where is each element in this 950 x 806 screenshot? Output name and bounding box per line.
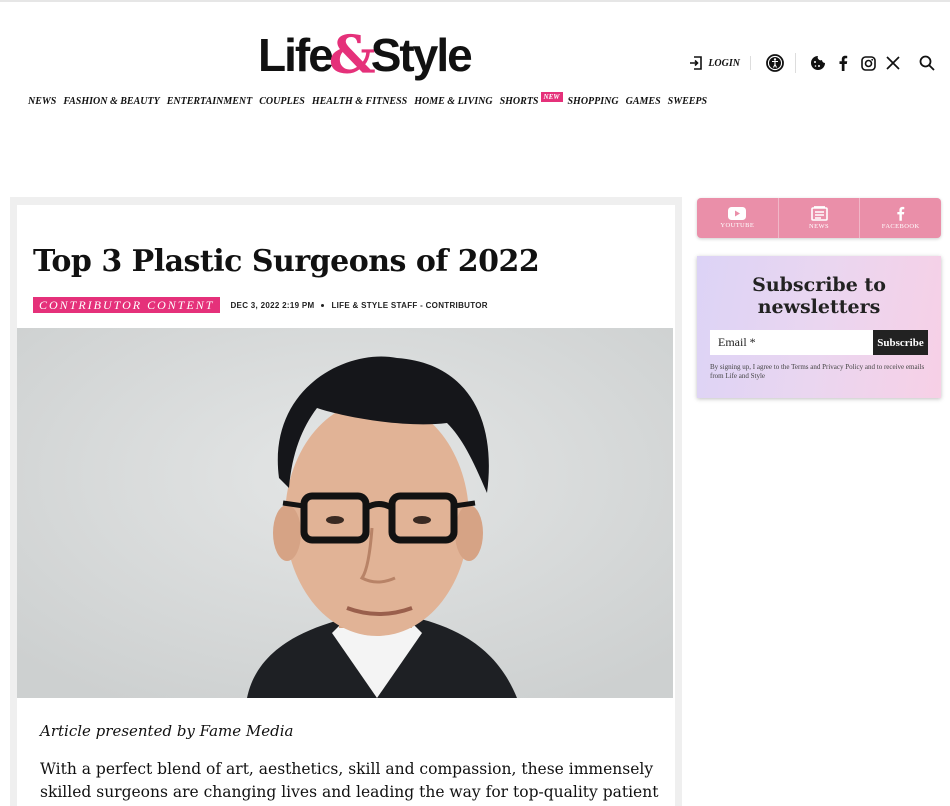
instagram-button[interactable] <box>857 52 879 74</box>
byline: DEC 3, 2022 2:19 PM LIFE & STYLE STAFF -… <box>230 301 487 310</box>
accessibility-button[interactable] <box>764 52 786 74</box>
nav-item-entertainment[interactable]: ENTERTAINMENT <box>167 96 253 107</box>
nav-item-fashion-beauty[interactable]: FASHION & BEAUTY <box>63 96 159 107</box>
accessibility-icon <box>766 54 784 72</box>
cookie-button[interactable] <box>807 52 829 74</box>
news-icon <box>810 206 828 221</box>
youtube-link[interactable]: YOUTUBE <box>697 198 779 238</box>
article-title: Top 3 Plastic Surgeons of 2022 <box>33 244 540 279</box>
nav-item-games[interactable]: GAMES <box>626 96 661 107</box>
x-button[interactable] <box>882 52 904 74</box>
cookie-icon <box>811 56 825 70</box>
nav-item-shorts-label: SHORTS <box>499 96 539 107</box>
social-links-bar: YOUTUBE NEWS FACEBOOK <box>697 198 941 238</box>
youtube-label: YOUTUBE <box>720 222 755 229</box>
header-actions: LOGIN <box>689 52 938 74</box>
email-field[interactable] <box>710 330 873 355</box>
article-author[interactable]: LIFE & STYLE STAFF - CONTRIBUTOR <box>331 301 487 310</box>
byline-separator <box>321 303 325 307</box>
nav-item-sweeps[interactable]: SWEEPS <box>668 96 707 107</box>
subscribe-button[interactable]: Subscribe <box>873 330 928 355</box>
news-label: NEWS <box>809 223 830 230</box>
nav-item-couples[interactable]: COUPLES <box>259 96 305 107</box>
article-hero-image <box>17 328 673 698</box>
new-badge: NEW <box>540 92 563 102</box>
top-divider <box>0 0 950 2</box>
facebook-button[interactable] <box>832 52 854 74</box>
youtube-icon <box>728 207 747 220</box>
newsletter-consent-note: By signing up, I agree to the Terms and … <box>710 363 925 380</box>
contributor-badge[interactable]: CONTRIBUTOR CONTENT <box>33 297 221 313</box>
facebook-icon <box>897 206 905 221</box>
actions-divider <box>795 53 796 73</box>
main-nav: NEWS FASHION & BEAUTY ENTERTAINMENT COUP… <box>28 92 714 107</box>
article-date: DEC 3, 2022 2:19 PM <box>230 300 315 310</box>
portrait-illustration <box>17 328 673 698</box>
site-logo[interactable]: Life & Style <box>258 25 473 86</box>
newsletter-form: Subscribe <box>710 330 928 355</box>
login-icon <box>690 56 703 70</box>
nav-item-health-fitness[interactable]: HEALTH & FITNESS <box>312 96 407 107</box>
news-link[interactable]: NEWS <box>779 198 861 238</box>
article-body: With a perfect blend of art, aesthetics,… <box>40 760 659 801</box>
logo-text-life: Life <box>258 29 334 81</box>
article-meta: CONTRIBUTOR CONTENT DEC 3, 2022 2:19 PM … <box>33 297 488 313</box>
login-label: LOGIN <box>708 57 740 69</box>
search-button[interactable] <box>916 52 938 74</box>
facebook-label: FACEBOOK <box>881 223 920 230</box>
nav-item-shopping[interactable]: SHOPPING <box>568 96 619 107</box>
x-twitter-icon <box>886 56 900 70</box>
facebook-icon <box>839 55 848 71</box>
nav-item-home-living[interactable]: HOME & LIVING <box>414 96 492 107</box>
login-button[interactable]: LOGIN <box>689 56 751 70</box>
nav-item-shorts[interactable]: SHORTS NEW <box>499 92 563 107</box>
presented-by: Article presented by Fame Media <box>40 722 294 740</box>
newsletter-box: Subscribe to newsletters Subscribe By si… <box>697 256 941 398</box>
search-icon <box>919 55 935 71</box>
facebook-link[interactable]: FACEBOOK <box>860 198 941 238</box>
nav-item-news[interactable]: NEWS <box>28 96 56 107</box>
logo-text-style: Style <box>370 29 473 81</box>
logo-ampersand: & <box>328 24 376 86</box>
instagram-icon <box>860 55 876 71</box>
newsletter-title: Subscribe to newsletters <box>752 274 886 318</box>
